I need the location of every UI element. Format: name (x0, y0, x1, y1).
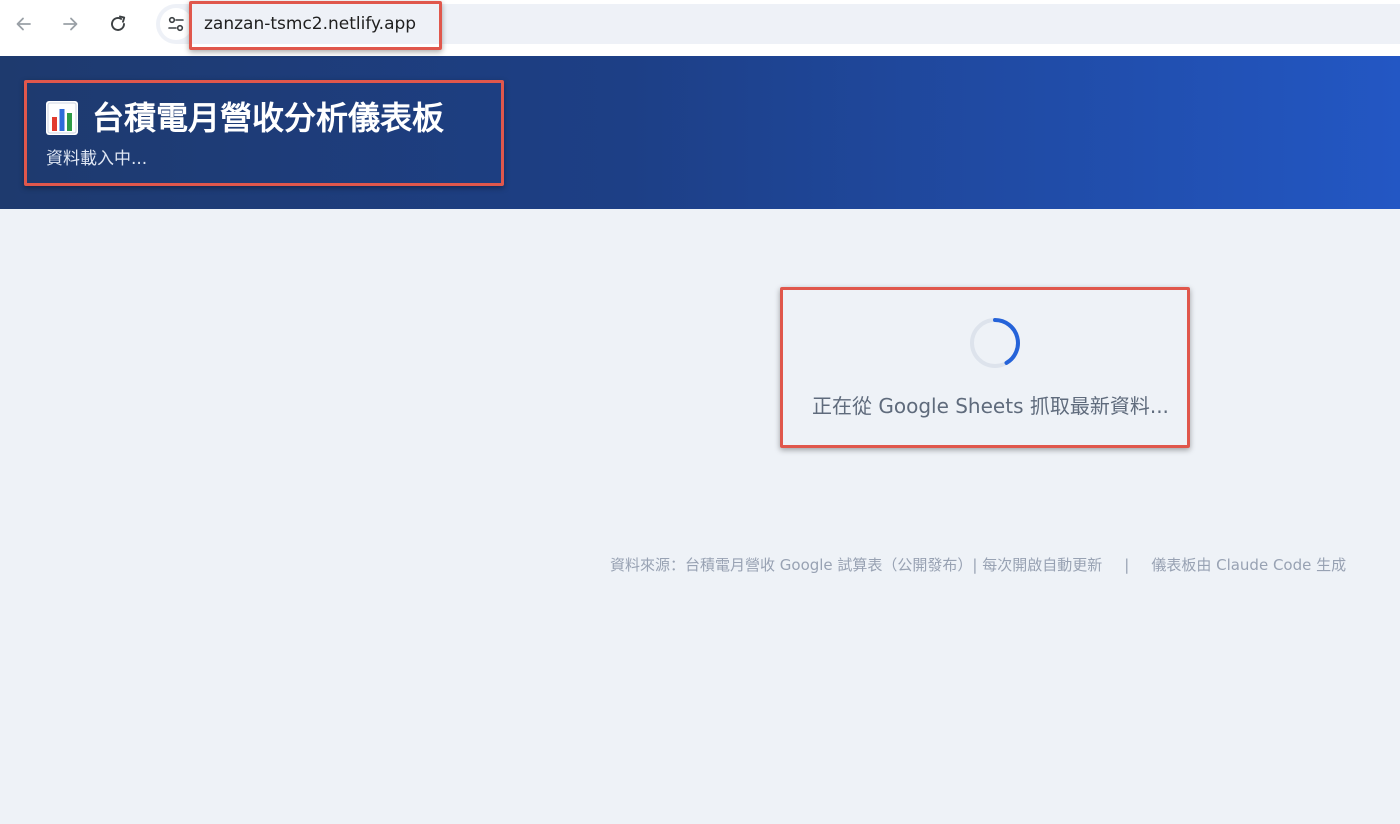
footer: 資料來源：台積電月營收 Google 試算表（公開發布）| 每次開啟自動更新 |… (610, 555, 1346, 575)
bar-chart-icon (46, 101, 78, 135)
reload-icon (111, 15, 126, 31)
site-info-button[interactable] (160, 8, 192, 40)
page-title: 台積電月營收分析儀表板 (92, 99, 445, 137)
footer-separator: | (1124, 556, 1130, 574)
footer-credit-text: 儀表板由 Claude Code 生成 (1151, 556, 1347, 574)
loading-spinner-icon (970, 318, 1020, 368)
loading-message: 正在從 Google Sheets 抓取最新資料... (812, 394, 1169, 418)
arrow-right-icon (63, 17, 78, 31)
browser-toolbar: zanzan-tsmc2.netlify.app (0, 0, 1400, 56)
page-subtitle: 資料載入中... (46, 149, 148, 169)
footer-source-text: 資料來源：台積電月營收 Google 試算表（公開發布）| 每次開啟自動更新 (610, 556, 1103, 574)
page-title-row: 台積電月營收分析儀表板 (46, 96, 444, 140)
reload-button[interactable] (102, 8, 134, 40)
forward-button[interactable] (54, 8, 86, 40)
arrow-left-icon (16, 17, 31, 31)
tune-icon (168, 16, 184, 32)
back-button[interactable] (8, 8, 40, 40)
url-text[interactable]: zanzan-tsmc2.netlify.app (204, 13, 416, 35)
